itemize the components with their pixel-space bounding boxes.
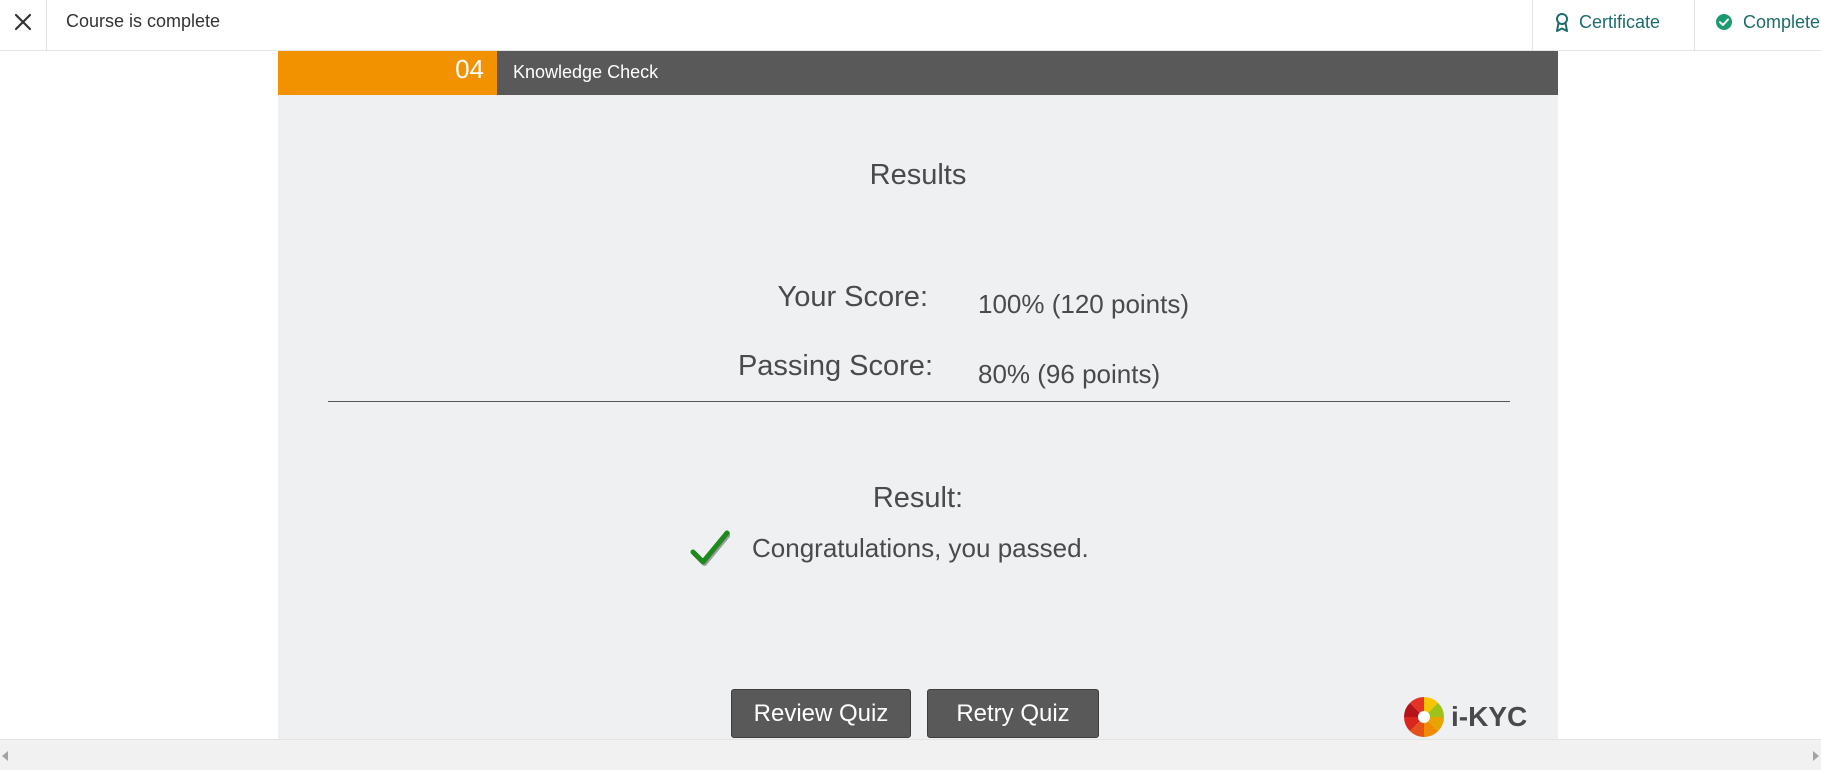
top-bar: Course is complete Certificate Complete xyxy=(0,0,1821,51)
results-heading: Results xyxy=(869,159,967,191)
course-status-title: Course is complete xyxy=(66,11,221,31)
section-title: Knowledge Check xyxy=(497,51,1558,95)
result-row: Congratulations, you passed. xyxy=(690,529,1089,567)
result-message: Congratulations, you passed. xyxy=(752,532,1089,563)
passing-score-value: 80% (96 points) xyxy=(978,359,1161,389)
review-quiz-button[interactable]: Review Quiz xyxy=(731,689,911,738)
complete-button[interactable]: Complete xyxy=(1694,0,1821,51)
award-ribbon-icon xyxy=(1556,13,1568,32)
your-score-value: 100% (120 points) xyxy=(978,289,1190,319)
checkmark-icon xyxy=(690,530,730,566)
ikyc-logo: i-KYC xyxy=(1403,696,1527,738)
passing-score-label: Passing Score: xyxy=(737,350,933,382)
retry-quiz-button[interactable]: Retry Quiz xyxy=(927,689,1099,738)
your-score-label: Your Score: xyxy=(777,281,928,313)
ikyc-logo-icon xyxy=(1404,697,1444,737)
scroll-left-icon[interactable] xyxy=(2,751,8,761)
certificate-button[interactable]: Certificate xyxy=(1532,0,1694,51)
scroll-right-icon[interactable] xyxy=(1813,751,1819,761)
logo-text: i-KYC xyxy=(1451,701,1528,732)
section-number: 04 xyxy=(278,51,497,95)
close-icon xyxy=(14,13,32,30)
section-header: 04 Knowledge Check xyxy=(278,51,1558,95)
certificate-label: Certificate xyxy=(1579,12,1661,32)
complete-label: Complete xyxy=(1743,12,1821,32)
close-button[interactable] xyxy=(0,0,47,51)
quiz-results-panel: 04 Knowledge Check Results Your Score: 1… xyxy=(278,51,1558,739)
horizontal-scrollbar[interactable] xyxy=(0,739,1821,770)
divider xyxy=(328,401,1510,402)
check-circle-icon xyxy=(1716,14,1732,30)
result-label: Result: xyxy=(872,482,964,514)
